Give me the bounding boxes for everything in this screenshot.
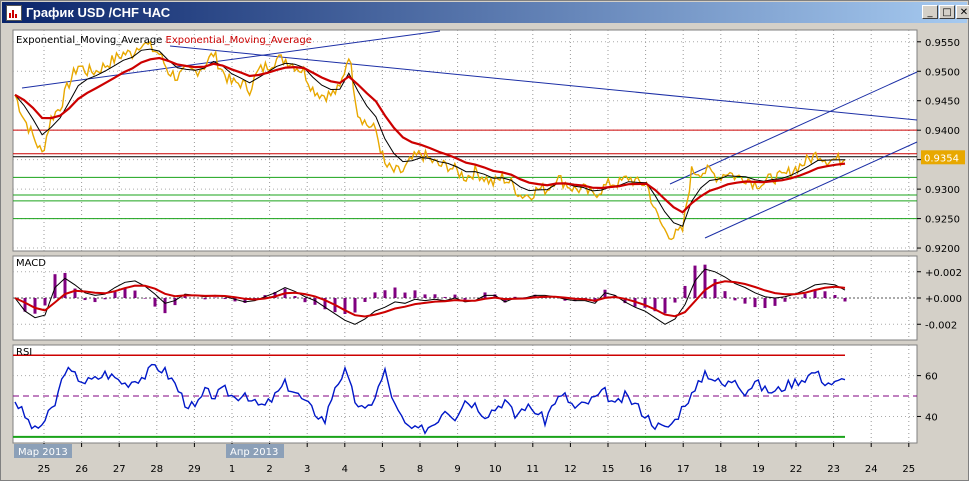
macd-title: MACD bbox=[16, 258, 46, 269]
panel-1-y-tick-label: 0.9550 bbox=[925, 38, 960, 49]
x-axis-tick-label: 25 bbox=[902, 464, 915, 475]
panel-2-y-tick-label: -0.002 bbox=[925, 320, 957, 331]
x-axis-tick-label: 17 bbox=[677, 464, 690, 475]
x-axis-tick-label: 11 bbox=[526, 464, 539, 475]
x-axis-tick-label: 2 bbox=[266, 464, 272, 475]
price-legend: Exponential_Moving_Average Exponential_M… bbox=[16, 35, 312, 46]
panel-1-y-tick-label: 0.9300 bbox=[925, 185, 960, 196]
x-axis-tick-label: 24 bbox=[865, 464, 878, 475]
x-axis-tick-label: 10 bbox=[489, 464, 502, 475]
panel-1-y-tick-label: 0.9200 bbox=[925, 244, 960, 255]
month-label: Апр 2013 bbox=[230, 447, 278, 458]
panel-3-y-tick-label: 60 bbox=[925, 372, 938, 383]
panel-3-y-tick-label: 40 bbox=[925, 412, 938, 423]
x-axis-tick-label: 9 bbox=[454, 464, 460, 475]
x-axis-tick-label: 4 bbox=[342, 464, 348, 475]
month-label: Мар 2013 bbox=[18, 447, 68, 458]
legend-ema-slow: Exponential_Moving_Average bbox=[166, 35, 312, 46]
panel-1-y-tick-label: 0.9500 bbox=[925, 67, 960, 78]
x-axis-tick-label: 8 bbox=[417, 464, 423, 475]
panel-1-y-tick-label: 0.9250 bbox=[925, 215, 960, 226]
x-axis-tick-label: 12 bbox=[564, 464, 577, 475]
x-axis-tick-label: 18 bbox=[714, 464, 727, 475]
panel-1-y-tick-label: 0.9400 bbox=[925, 126, 960, 137]
panel-3-background bbox=[12, 344, 918, 444]
x-axis-tick-label: 26 bbox=[75, 464, 88, 475]
panel-1-y-tick-label: 0.9450 bbox=[925, 97, 960, 108]
panel-2-y-tick-label: +0.002 bbox=[925, 268, 962, 279]
x-axis-tick-label: 25 bbox=[38, 464, 51, 475]
x-axis-tick-label: 15 bbox=[602, 464, 615, 475]
last-price-label: 0.9354 bbox=[924, 153, 959, 164]
chart-area[interactable]: 25 26 27 28 29 1 2 3 4 5 8 9 10 11 12 15 16 17 18 19 22 23 24 2… bbox=[0, 0, 969, 481]
x-axis-tick-label: 23 bbox=[827, 464, 840, 475]
x-axis-tick-label: 5 bbox=[379, 464, 385, 475]
x-axis-tick-label: 29 bbox=[188, 464, 201, 475]
rsi-title: RSI bbox=[16, 347, 32, 358]
panel-1-background bbox=[12, 29, 918, 252]
x-axis-tick-label: 3 bbox=[304, 464, 310, 475]
panel-2-y-tick-label: +0.000 bbox=[925, 294, 962, 305]
x-axis-tick-label: 1 bbox=[229, 464, 235, 475]
x-axis-tick-label: 19 bbox=[752, 464, 765, 475]
x-axis-tick-label: 28 bbox=[150, 464, 163, 475]
x-axis-tick-label: 27 bbox=[113, 464, 126, 475]
x-axis-tick-label: 16 bbox=[639, 464, 652, 475]
legend-ema-fast: Exponential_Moving_Average bbox=[16, 35, 166, 46]
x-axis-tick-label: 22 bbox=[790, 464, 803, 475]
